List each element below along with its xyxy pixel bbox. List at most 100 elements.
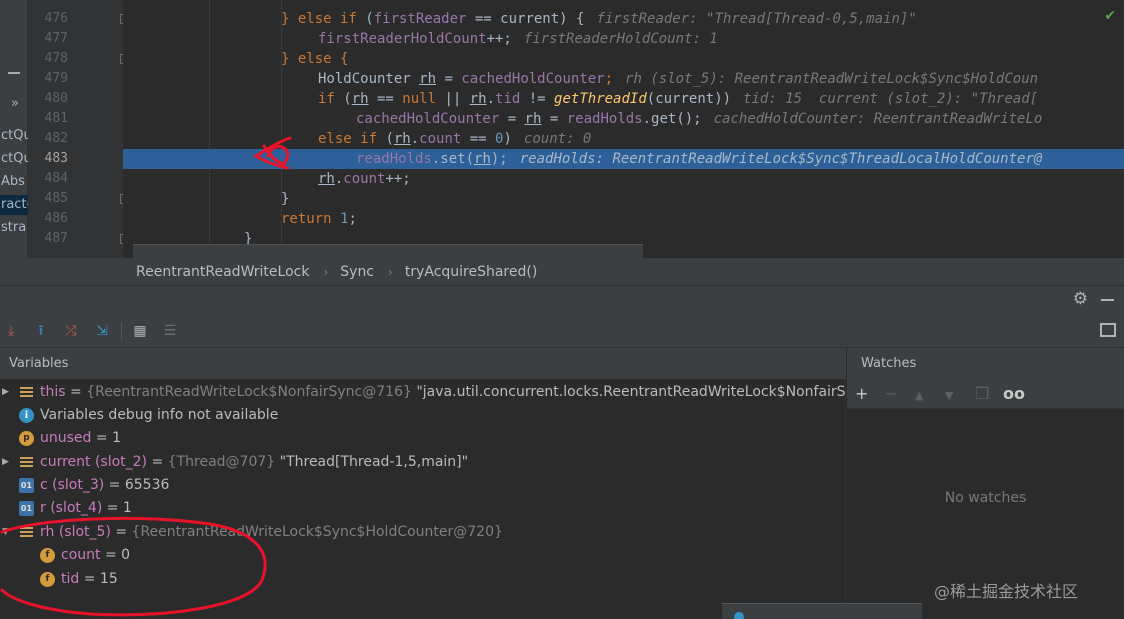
run-to-cursor-icon[interactable]: ⇲ <box>93 322 111 340</box>
watches-title: Watches <box>847 348 1124 379</box>
sidebar-item[interactable]: ctQu <box>0 149 28 169</box>
code-line[interactable]: HoldCounter rh = cachedHoldCounter; rh (s… <box>123 69 1124 89</box>
object-icon <box>19 385 34 400</box>
add-watch-icon[interactable]: + <box>855 385 868 403</box>
move-down-icon[interactable]: ▼ <box>945 387 953 405</box>
code-token: return <box>281 211 332 227</box>
code-token: null <box>402 91 437 107</box>
variable-row[interactable]: 01 c (slot_3) = 65536 <box>0 474 846 497</box>
line-number: 479 <box>44 71 68 86</box>
line-number: 478 <box>44 51 68 66</box>
code-token: = <box>541 111 567 127</box>
variable-value: 65536 <box>124 477 170 493</box>
variable-row[interactable]: ▶ current (slot_2) = {Thread@707} "Threa… <box>0 451 846 474</box>
drop-frame-icon[interactable]: ⤮ <box>62 322 80 340</box>
collapse-icon[interactable] <box>8 72 20 74</box>
code-token: count <box>343 171 386 187</box>
code-token: = <box>499 111 525 127</box>
breadcrumb-item[interactable]: Sync <box>340 264 374 280</box>
red-circle-annotation <box>0 516 267 617</box>
breadcrumb-item[interactable]: ReentrantReadWriteLock <box>136 264 309 280</box>
info-icon <box>734 612 744 619</box>
code-token: firstReaderHoldCount <box>318 31 487 47</box>
code-token: ; <box>348 211 357 227</box>
expand-arrow-icon[interactable]: ▶ <box>2 451 9 474</box>
info-icon: i <box>19 408 34 423</box>
sidebar-item[interactable]: Abs <box>0 172 28 192</box>
copy-watch-icon[interactable]: ❐ <box>975 385 989 403</box>
toolbar-separator <box>121 322 122 340</box>
code-line[interactable]: cachedHoldCounter = rh = readHolds.get()… <box>123 109 1124 129</box>
variable-value: 1 <box>112 430 121 446</box>
project-sidebar: » ctQu ctQu Abs ract( stra <box>0 0 28 258</box>
code-token: readHolds <box>566 111 643 127</box>
primitive-icon: 01 <box>19 478 34 493</box>
code-token: ( <box>377 131 394 147</box>
code-token: ; <box>604 71 614 87</box>
variable-row[interactable]: ▶ this = {ReentrantReadWriteLock$Nonfair… <box>0 381 846 404</box>
code-line[interactable]: } else { <box>123 49 1124 69</box>
code-token: == <box>368 91 403 107</box>
inspection-ok-icon[interactable]: ✔ <box>1104 8 1116 24</box>
code-line[interactable]: } <box>123 189 1124 209</box>
code-token: = <box>436 71 462 87</box>
inline-debug-hint: cachedHoldCounter: ReentrantReadWriteLo <box>713 111 1043 127</box>
inline-debug-hint: readHolds: ReentrantReadWriteLock$Sync$T… <box>519 151 1043 167</box>
evaluate-expression-icon[interactable]: ▦ <box>131 322 149 340</box>
code-token: ); <box>490 151 508 167</box>
code-token: readHolds <box>356 151 432 167</box>
line-number: 481 <box>44 111 68 126</box>
expand-arrow-icon[interactable]: ▶ <box>2 381 9 404</box>
code-line[interactable]: return 1; <box>123 209 1124 229</box>
variable-name: this <box>40 384 66 400</box>
variable-name: unused <box>40 430 92 446</box>
variable-row[interactable]: p unused = 1 <box>0 427 846 450</box>
glasses-icon[interactable]: oo <box>1003 385 1025 403</box>
code-token: != <box>520 91 555 107</box>
code-token: rh <box>469 91 487 107</box>
sidebar-item[interactable]: ctQu <box>0 126 28 146</box>
equals-sign: = <box>104 477 125 493</box>
watermark: @稀土掘金技术社区 <box>934 582 1079 601</box>
code-line[interactable]: if (rh == null || rh.tid != getThreadId(… <box>123 89 1124 109</box>
code-token: . <box>486 91 496 107</box>
code-line[interactable]: firstReaderHoldCount++; firstReaderHoldCo… <box>123 29 1124 49</box>
sidebar-item[interactable]: stra <box>0 218 28 238</box>
tooltip-popup <box>133 244 643 258</box>
variable-type: {ReentrantReadWriteLock$NonfairSync@716} <box>86 384 412 400</box>
move-up-icon[interactable]: ▲ <box>915 387 923 405</box>
code-token: if <box>318 91 335 107</box>
code-token: ( <box>356 11 374 27</box>
expand-chevron-icon[interactable]: » <box>11 96 19 111</box>
notification-balloon[interactable] <box>722 603 922 619</box>
code-token: .set( <box>431 151 475 167</box>
code-token: rh <box>393 131 411 147</box>
layout-settings-icon[interactable] <box>1100 323 1116 337</box>
sidebar-item-selected[interactable]: ract( <box>0 195 28 215</box>
object-icon <box>19 455 34 470</box>
step-over-icon[interactable]: ⤓ <box>2 322 20 340</box>
line-number: 485 <box>44 191 68 206</box>
equals-sign: = <box>65 384 87 400</box>
variables-title: Variables <box>0 348 846 379</box>
code-token: } else { <box>281 51 349 67</box>
code-token: getThreadId <box>554 91 647 107</box>
hide-panel-icon[interactable] <box>1101 299 1114 301</box>
code-token: ++; <box>486 31 512 47</box>
inline-debug-hint: firstReaderHoldCount: 1 <box>523 31 718 47</box>
gear-icon[interactable]: ⚙ <box>1073 289 1088 309</box>
code-line[interactable]: } else if (firstReader == current) {firs… <box>123 9 1124 29</box>
sidebar-item[interactable] <box>0 0 28 20</box>
remove-watch-icon[interactable]: − <box>885 385 898 403</box>
parameter-icon: p <box>19 431 34 446</box>
breadcrumb-item[interactable]: tryAcquireShared() <box>405 264 537 280</box>
code-token: .get(); <box>642 111 702 127</box>
code-editor[interactable]: } else if (firstReader == current) {firs… <box>123 0 1124 258</box>
variable-name: c (slot_3) <box>40 477 105 493</box>
step-out-icon[interactable]: ⭱ <box>32 322 50 340</box>
code-token: ) <box>503 131 512 147</box>
code-token: rh <box>351 91 369 107</box>
code-token: cachedHoldCounter <box>356 111 500 127</box>
trace-stream-icon[interactable]: ☰ <box>161 322 179 340</box>
code-token: HoldCounter <box>318 71 420 87</box>
